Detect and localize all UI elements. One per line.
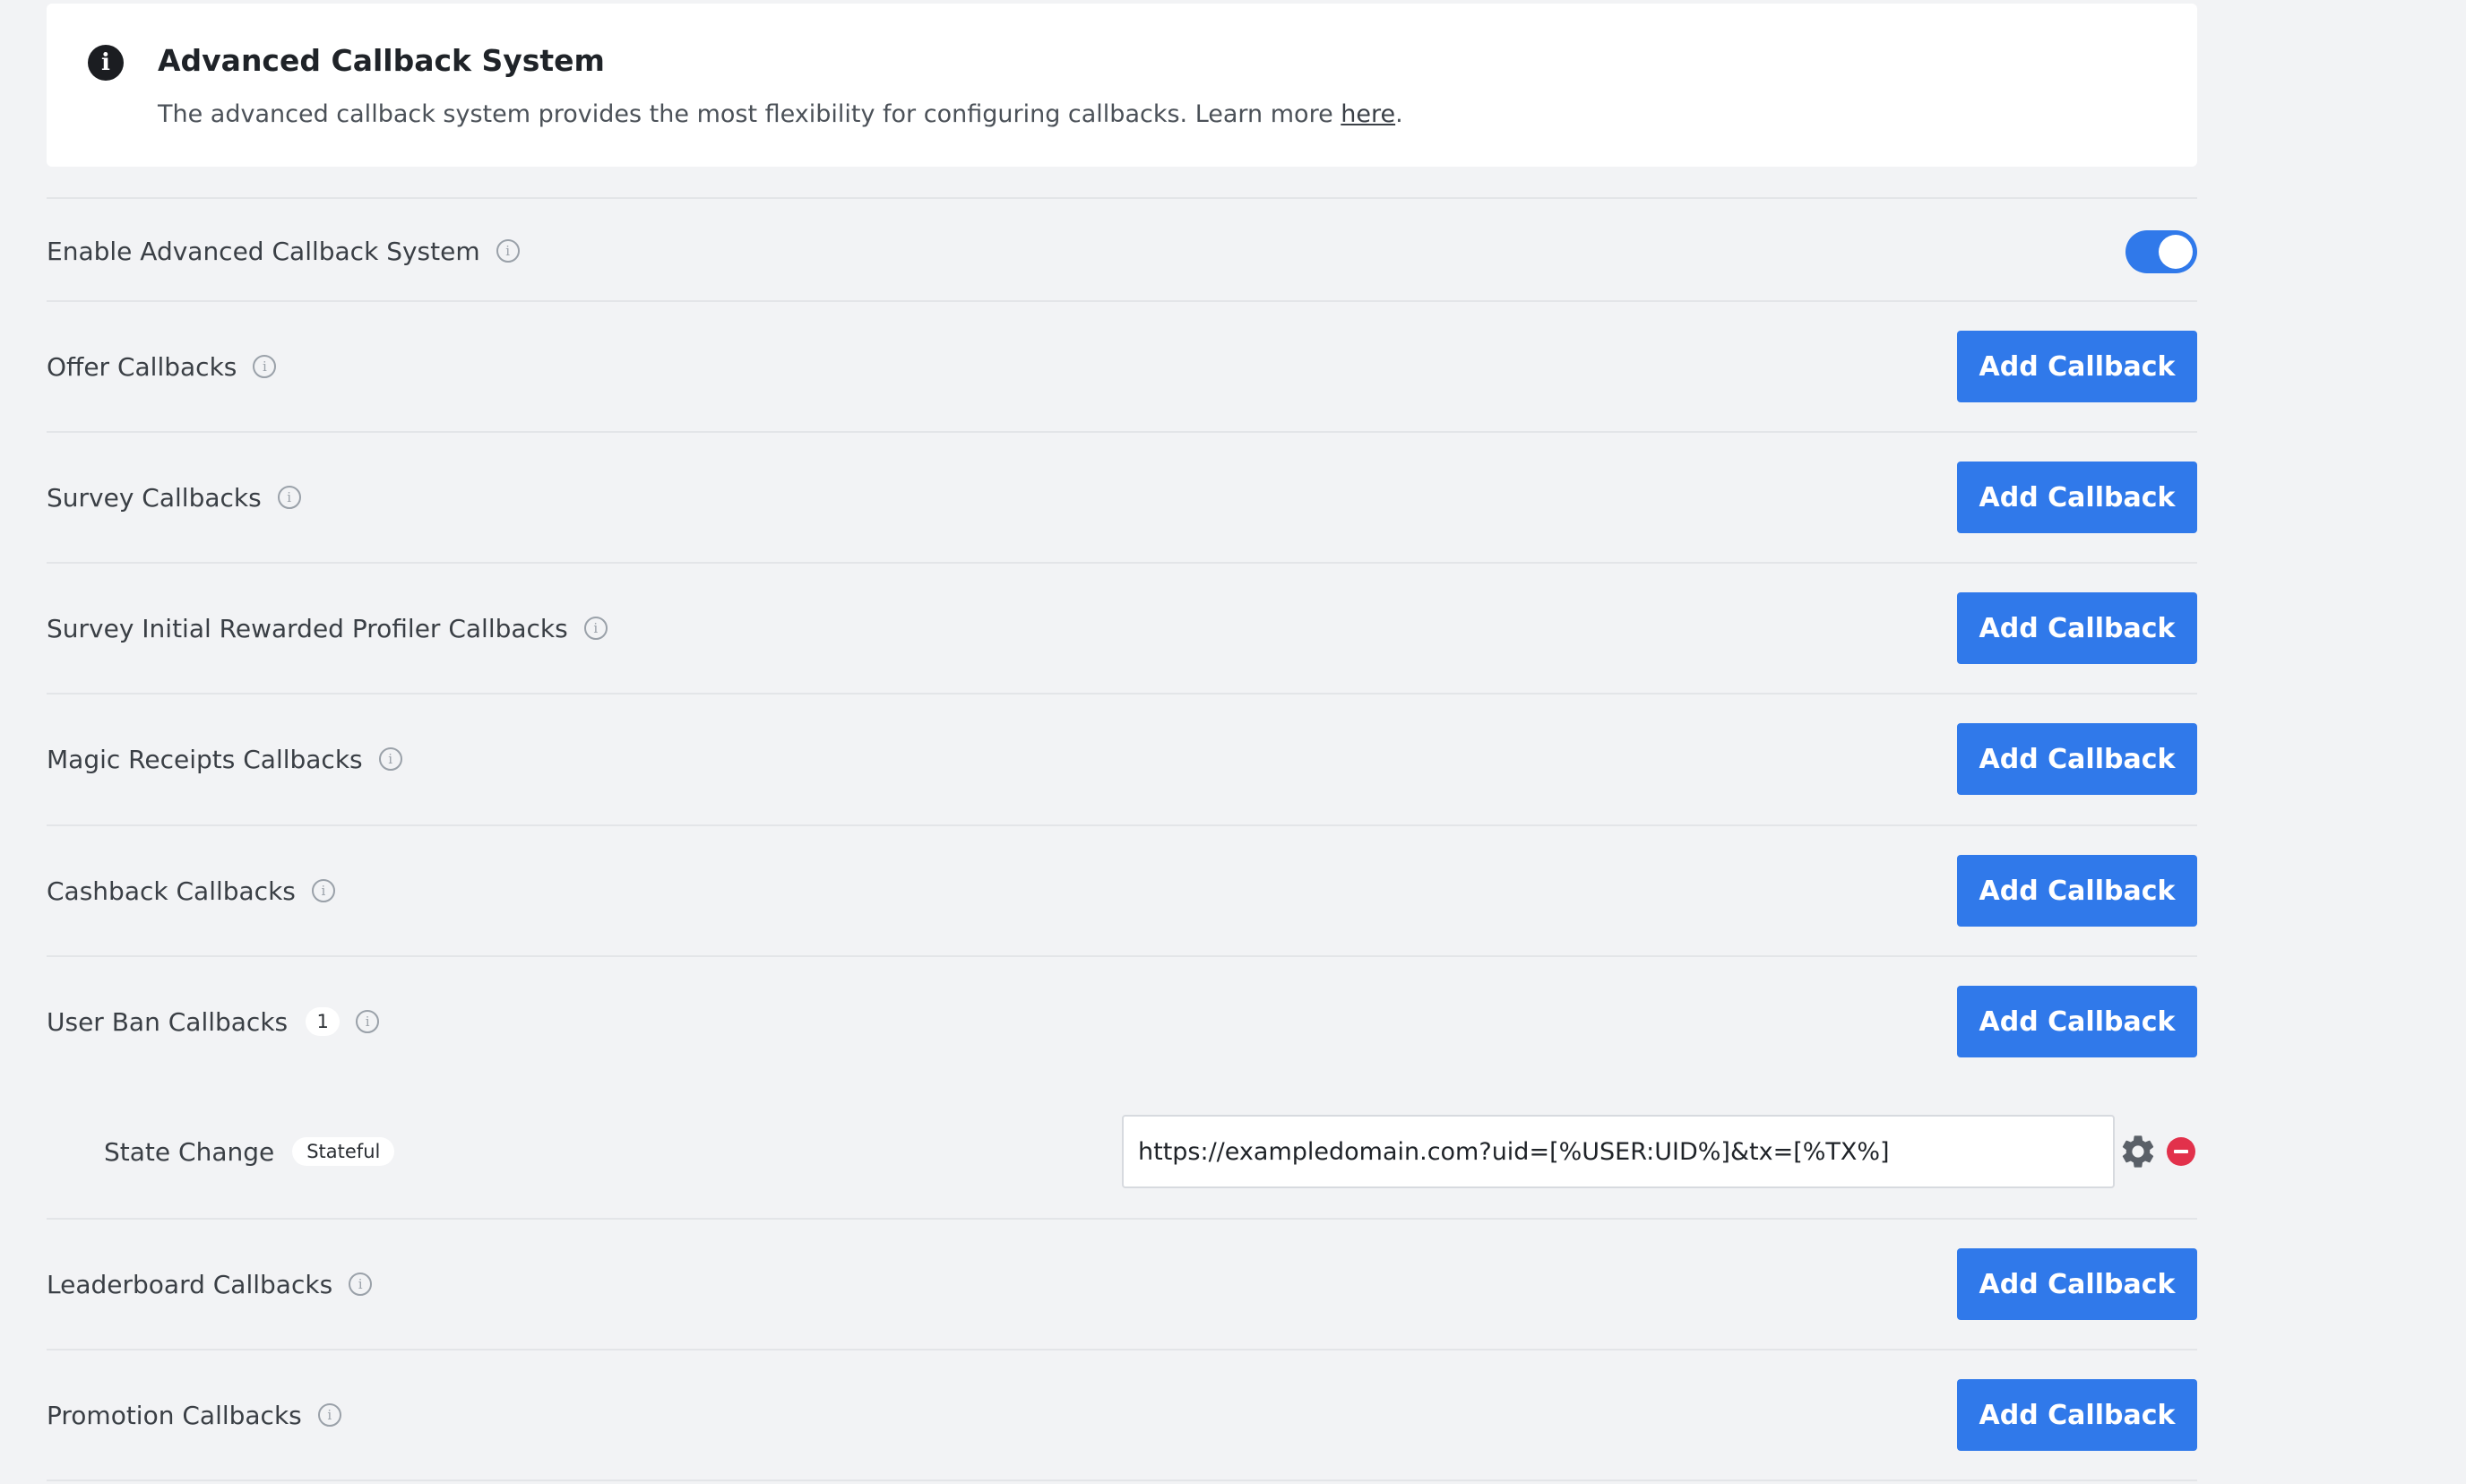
divider xyxy=(47,1349,2197,1350)
info-icon[interactable]: i xyxy=(349,1273,373,1296)
info-icon[interactable]: i xyxy=(277,486,301,509)
row-label-text: Leaderboard Callbacks xyxy=(47,1269,333,1299)
divider xyxy=(47,431,2197,433)
divider xyxy=(47,562,2197,564)
offer-callbacks-label: Offer Callbacks i xyxy=(47,349,277,384)
callback-url-input[interactable] xyxy=(1122,1115,2115,1188)
banner-text: The advanced callback system provides th… xyxy=(158,100,1341,128)
user-ban-callbacks-label: User Ban Callbacks 1 i xyxy=(47,1004,380,1040)
add-offer-callback-button[interactable]: Add Callback xyxy=(1957,331,2197,402)
sub-callback-label-text: State Change xyxy=(104,1136,275,1167)
info-icon[interactable]: i xyxy=(496,239,520,263)
add-promotion-callback-button[interactable]: Add Callback xyxy=(1957,1379,2197,1451)
row-label-text: Survey Callbacks xyxy=(47,482,262,513)
divider xyxy=(47,1218,2197,1220)
cashback-callbacks-label: Cashback Callbacks i xyxy=(47,873,335,909)
info-icon[interactable]: i xyxy=(583,617,608,640)
add-user-ban-callback-button[interactable]: Add Callback xyxy=(1957,986,2197,1057)
learn-more-link[interactable]: here xyxy=(1341,100,1395,128)
leaderboard-callbacks-label: Leaderboard Callbacks i xyxy=(47,1266,373,1302)
row-label-text: Offer Callbacks xyxy=(47,351,237,382)
row-label-text: User Ban Callbacks xyxy=(47,1006,289,1037)
row-label-text: Enable Advanced Callback System xyxy=(47,236,480,266)
gear-icon[interactable] xyxy=(2118,1132,2158,1171)
banner-title: Advanced Callback System xyxy=(158,43,605,78)
toggle-knob xyxy=(2159,235,2193,269)
promotion-callbacks-label: Promotion Callbacks i xyxy=(47,1397,341,1433)
profiler-callbacks-label: Survey Initial Rewarded Profiler Callbac… xyxy=(47,610,608,646)
enable-advanced-label: Enable Advanced Callback System i xyxy=(47,233,520,269)
state-change-label: State Change Stateful xyxy=(104,1134,395,1169)
stateful-badge: Stateful xyxy=(292,1137,395,1166)
add-survey-callback-button[interactable]: Add Callback xyxy=(1957,462,2197,533)
row-label-text: Cashback Callbacks xyxy=(47,876,296,906)
info-icon[interactable]: i xyxy=(253,355,277,378)
info-icon[interactable]: i xyxy=(311,879,335,902)
row-label-text: Promotion Callbacks xyxy=(47,1400,302,1430)
info-filled-icon: i xyxy=(88,45,124,81)
row-label-text: Survey Initial Rewarded Profiler Callbac… xyxy=(47,613,568,643)
info-icon[interactable]: i xyxy=(356,1010,380,1033)
divider xyxy=(47,1480,2197,1481)
banner-description: The advanced callback system provides th… xyxy=(158,100,1403,128)
survey-callbacks-label: Survey Callbacks i xyxy=(47,479,301,515)
enable-advanced-toggle[interactable] xyxy=(2125,230,2197,273)
magic-receipts-callbacks-label: Magic Receipts Callbacks i xyxy=(47,741,402,777)
remove-callback-icon[interactable] xyxy=(2167,1137,2195,1166)
divider xyxy=(47,300,2197,302)
add-magic-receipts-callback-button[interactable]: Add Callback xyxy=(1957,723,2197,795)
banner-text-suffix: . xyxy=(1395,100,1403,128)
row-label-text: Magic Receipts Callbacks xyxy=(47,744,363,774)
add-leaderboard-callback-button[interactable]: Add Callback xyxy=(1957,1248,2197,1320)
divider xyxy=(47,197,2197,199)
callback-count-badge: 1 xyxy=(306,1007,341,1036)
info-icon[interactable]: i xyxy=(317,1403,341,1427)
info-banner: i Advanced Callback System The advanced … xyxy=(47,4,2197,167)
divider xyxy=(47,693,2197,695)
divider xyxy=(47,955,2197,957)
add-cashback-callback-button[interactable]: Add Callback xyxy=(1957,855,2197,927)
add-profiler-callback-button[interactable]: Add Callback xyxy=(1957,592,2197,664)
divider xyxy=(47,824,2197,826)
info-icon[interactable]: i xyxy=(378,747,402,771)
